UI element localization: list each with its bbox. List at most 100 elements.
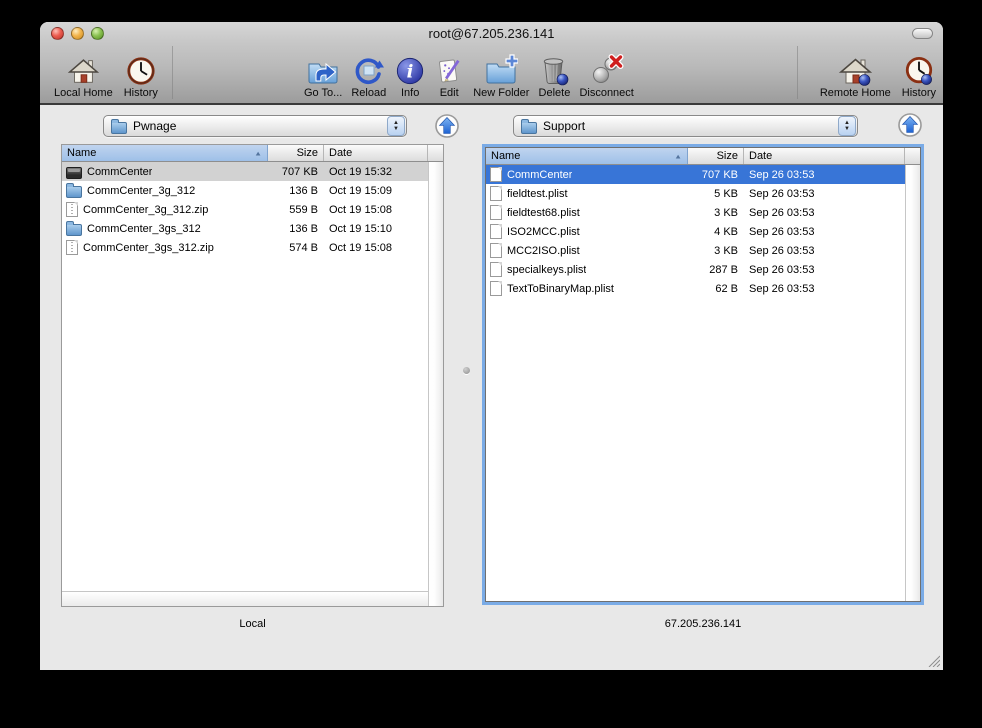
remote-file-pane: Name ▲ Size Date CommCenter 707 KB Sep 2… bbox=[485, 147, 921, 602]
file-size: 574 B bbox=[289, 241, 318, 254]
file-row[interactable]: fieldtest68.plist 3 KB Sep 26 03:53 bbox=[486, 203, 905, 222]
toolbar-label: Info bbox=[401, 87, 420, 99]
file-row[interactable]: CommCenter 707 KB Sep 26 03:53 bbox=[486, 165, 905, 184]
new-folder-icon bbox=[484, 53, 519, 86]
file-name: CommCenter bbox=[507, 168, 573, 181]
column-header-pad bbox=[428, 145, 443, 161]
toolbar-label: Disconnect bbox=[579, 87, 634, 99]
titlebar[interactable]: root@67.205.236.141 bbox=[40, 22, 943, 44]
file-date: Sep 26 03:53 bbox=[749, 168, 815, 181]
doc-file-icon bbox=[490, 243, 502, 258]
local-home-button[interactable]: Local Home bbox=[54, 53, 113, 99]
remote-vertical-scrollbar[interactable] bbox=[905, 165, 920, 601]
app-window: root@67.205.236.141 Local Home History G… bbox=[40, 22, 943, 670]
remote-path-selector[interactable]: Support ▲ ▼ bbox=[513, 115, 858, 137]
folder-file-icon bbox=[66, 221, 82, 236]
folder-icon bbox=[521, 118, 537, 134]
local-path-selector[interactable]: Pwnage ▲ ▼ bbox=[103, 115, 407, 137]
file-row[interactable]: CommCenter_3gs_312 136 B Oct 19 15:10 bbox=[62, 219, 428, 238]
column-header-size[interactable]: Size bbox=[688, 148, 744, 164]
toolbar-remote-group: Remote Home History bbox=[820, 53, 936, 99]
folder-file-icon bbox=[66, 183, 82, 198]
info-button[interactable]: i Info bbox=[395, 53, 425, 99]
file-size: 62 B bbox=[715, 282, 738, 295]
file-row[interactable]: CommCenter_3gs_312.zip 574 B Oct 19 15:0… bbox=[62, 238, 428, 257]
file-name: TextToBinaryMap.plist bbox=[507, 282, 614, 295]
column-header-name[interactable]: Name ▲ bbox=[486, 148, 688, 164]
file-size: 707 KB bbox=[281, 165, 318, 178]
right-file-list-body[interactable]: CommCenter 707 KB Sep 26 03:53 fieldtest… bbox=[486, 165, 905, 601]
file-name: MCC2ISO.plist bbox=[507, 244, 580, 257]
delete-button[interactable]: Delete bbox=[538, 53, 570, 99]
file-name: specialkeys.plist bbox=[507, 263, 587, 276]
new-folder-button[interactable]: New Folder bbox=[473, 53, 529, 99]
toolbar-label: Delete bbox=[538, 87, 571, 99]
file-name: CommCenter bbox=[87, 165, 153, 178]
doc-file-icon bbox=[490, 167, 502, 182]
clock-globe-icon bbox=[904, 53, 934, 86]
file-date: Sep 26 03:53 bbox=[749, 206, 815, 219]
trash-icon bbox=[538, 53, 570, 86]
pane-divider-handle[interactable] bbox=[463, 367, 470, 374]
file-row[interactable]: specialkeys.plist 287 B Sep 26 03:53 bbox=[486, 260, 905, 279]
toolbar-label: History bbox=[123, 87, 158, 99]
file-size: 707 KB bbox=[701, 168, 738, 181]
file-date: Sep 26 03:53 bbox=[749, 244, 815, 257]
file-date: Oct 19 15:08 bbox=[329, 203, 392, 216]
toolbar-separator bbox=[172, 46, 173, 99]
up-arrow-icon bbox=[435, 114, 459, 138]
content-area: Pwnage ▲ ▼ Support ▲ ▼ Name ▲ Size Date … bbox=[40, 105, 943, 670]
toolbar: Local Home History Go To... Reload i Inf… bbox=[40, 44, 943, 101]
local-history-button[interactable]: History bbox=[124, 53, 158, 99]
local-up-directory-button[interactable] bbox=[434, 113, 460, 139]
remote-history-button[interactable]: History bbox=[902, 53, 936, 99]
stepper-arrows-icon: ▲ ▼ bbox=[387, 116, 405, 136]
file-name: CommCenter_3gs_312.zip bbox=[83, 241, 214, 254]
zip-file-icon bbox=[66, 240, 78, 255]
file-row[interactable]: TextToBinaryMap.plist 62 B Sep 26 03:53 bbox=[486, 279, 905, 298]
column-header-pad bbox=[905, 148, 920, 164]
up-arrow-icon bbox=[898, 113, 922, 137]
file-row[interactable]: ISO2MCC.plist 4 KB Sep 26 03:53 bbox=[486, 222, 905, 241]
sort-ascending-icon: ▲ bbox=[254, 149, 262, 157]
edit-button[interactable]: Edit bbox=[434, 53, 464, 99]
toolbar-label: Go To... bbox=[304, 87, 343, 99]
toolbar-label: History bbox=[901, 87, 936, 99]
local-horizontal-scrollbar[interactable] bbox=[62, 591, 428, 606]
resize-grip[interactable] bbox=[927, 654, 940, 667]
column-header-size[interactable]: Size bbox=[268, 145, 324, 161]
file-row[interactable]: CommCenter_3g_312 136 B Oct 19 15:09 bbox=[62, 181, 428, 200]
file-date: Oct 19 15:09 bbox=[329, 184, 392, 197]
file-row[interactable]: CommCenter_3g_312.zip 559 B Oct 19 15:08 bbox=[62, 200, 428, 219]
file-size: 3 KB bbox=[714, 244, 738, 257]
file-row[interactable]: CommCenter 707 KB Oct 19 15:32 bbox=[62, 162, 428, 181]
info-icon: i bbox=[395, 53, 425, 86]
doc-file-icon bbox=[490, 262, 502, 277]
goto-folder-icon bbox=[306, 53, 340, 86]
local-vertical-scrollbar[interactable] bbox=[428, 162, 443, 606]
file-name: CommCenter_3g_312 bbox=[87, 184, 196, 197]
column-header-date[interactable]: Date bbox=[744, 148, 905, 164]
reload-button[interactable]: Reload bbox=[351, 53, 386, 99]
remote-list-header: Name ▲ Size Date bbox=[486, 148, 920, 165]
remote-up-directory-button[interactable] bbox=[897, 112, 923, 138]
window-chrome: root@67.205.236.141 Local Home History G… bbox=[40, 22, 943, 105]
file-date: Oct 19 15:08 bbox=[329, 241, 392, 254]
remote-pane-label: 67.205.236.141 bbox=[664, 618, 742, 630]
toolbar-local-group: Local Home History bbox=[54, 53, 158, 99]
column-header-name[interactable]: Name ▲ bbox=[62, 145, 268, 161]
file-row[interactable]: MCC2ISO.plist 3 KB Sep 26 03:53 bbox=[486, 241, 905, 260]
toolbar-toggle-button[interactable] bbox=[912, 28, 933, 39]
file-date: Oct 19 15:32 bbox=[329, 165, 392, 178]
remote-home-button[interactable]: Remote Home bbox=[820, 53, 891, 99]
local-path-value: Pwnage bbox=[133, 119, 177, 133]
go-to-button[interactable]: Go To... bbox=[304, 53, 342, 99]
file-name: fieldtest.plist bbox=[507, 187, 568, 200]
left-file-list-body[interactable]: CommCenter 707 KB Oct 19 15:32 CommCente… bbox=[62, 162, 428, 591]
executable-file-icon bbox=[66, 166, 82, 179]
column-header-date[interactable]: Date bbox=[324, 145, 428, 161]
disconnect-button[interactable]: Disconnect bbox=[579, 53, 634, 99]
svg-text:i: i bbox=[407, 62, 414, 83]
file-name: CommCenter_3gs_312 bbox=[87, 222, 201, 235]
file-row[interactable]: fieldtest.plist 5 KB Sep 26 03:53 bbox=[486, 184, 905, 203]
